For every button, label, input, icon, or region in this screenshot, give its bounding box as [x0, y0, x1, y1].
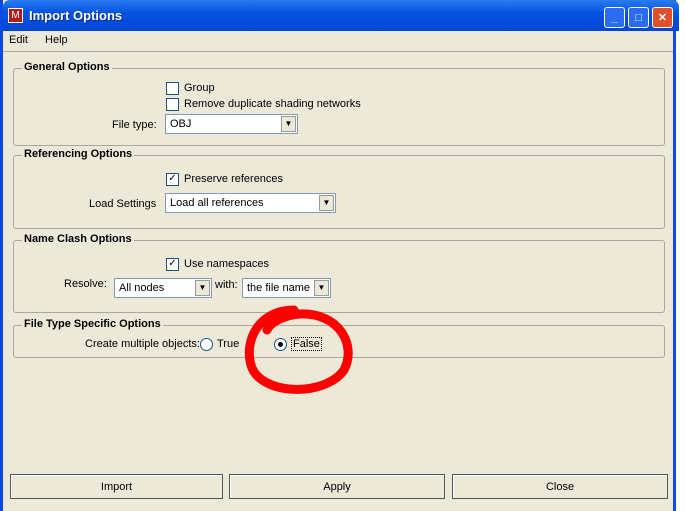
- load-settings-label: Load Settings: [89, 198, 157, 210]
- with-dropdown[interactable]: the file name ▼: [242, 278, 331, 298]
- preserve-references-label: Preserve references: [184, 173, 284, 185]
- apply-button[interactable]: Apply: [229, 474, 445, 499]
- import-button[interactable]: Import: [10, 474, 223, 499]
- true-label: True: [217, 338, 240, 350]
- divider: [3, 51, 673, 52]
- create-multiple-objects-label: Create multiple objects:: [85, 338, 200, 350]
- window-title: Import Options: [29, 8, 123, 23]
- group-legend: Name Clash Options: [22, 233, 134, 245]
- load-settings-value: Load all references: [170, 197, 264, 209]
- menu-edit[interactable]: Edit: [9, 34, 28, 46]
- minimize-button[interactable]: _: [604, 7, 625, 28]
- chevron-down-icon: ▼: [195, 280, 210, 296]
- preserve-references-checkbox[interactable]: ✓: [166, 173, 179, 186]
- title-bar[interactable]: M Import Options _ □ ✕: [3, 0, 679, 31]
- with-value: the file name: [247, 282, 310, 294]
- menu-bar: Edit Help: [9, 34, 82, 46]
- remove-duplicate-label: Remove duplicate shading networks: [184, 98, 361, 110]
- file-type-value: OBJ: [170, 118, 192, 130]
- maya-app-icon: M: [8, 8, 23, 23]
- load-settings-dropdown[interactable]: Load all references ▼: [165, 193, 336, 213]
- import-options-window: M Import Options _ □ ✕ Edit Help General…: [0, 0, 679, 511]
- chevron-down-icon: ▼: [319, 195, 334, 211]
- resolve-label: Resolve:: [64, 278, 107, 290]
- true-radio[interactable]: [200, 338, 213, 351]
- chevron-down-icon: ▼: [281, 116, 296, 132]
- referencing-options-group: Referencing Options ✓ Preserve reference…: [13, 148, 665, 229]
- use-namespaces-label: Use namespaces: [184, 258, 269, 270]
- use-namespaces-checkbox[interactable]: ✓: [166, 258, 179, 271]
- group-legend: Referencing Options: [22, 148, 135, 160]
- group-checkbox[interactable]: [166, 82, 179, 95]
- maximize-button[interactable]: □: [628, 7, 649, 28]
- group-legend: General Options: [22, 61, 112, 73]
- close-button[interactable]: Close: [452, 474, 668, 499]
- resolve-value: All nodes: [119, 282, 165, 294]
- group-label: Group: [184, 82, 215, 94]
- with-label: with:: [215, 279, 238, 291]
- remove-duplicate-checkbox[interactable]: [166, 98, 179, 111]
- close-window-button[interactable]: ✕: [652, 7, 673, 28]
- background-window: [676, 0, 685, 511]
- file-type-dropdown[interactable]: OBJ ▼: [165, 114, 298, 134]
- chevron-down-icon: ▼: [314, 280, 329, 296]
- resolve-dropdown[interactable]: All nodes ▼: [114, 278, 212, 298]
- general-options-group: General Options Group Remove duplicate s…: [13, 61, 665, 146]
- file-type-label: File type:: [112, 119, 157, 131]
- menu-help[interactable]: Help: [45, 34, 68, 46]
- group-legend: File Type Specific Options: [22, 318, 163, 330]
- red-circle-annotation: [244, 305, 353, 394]
